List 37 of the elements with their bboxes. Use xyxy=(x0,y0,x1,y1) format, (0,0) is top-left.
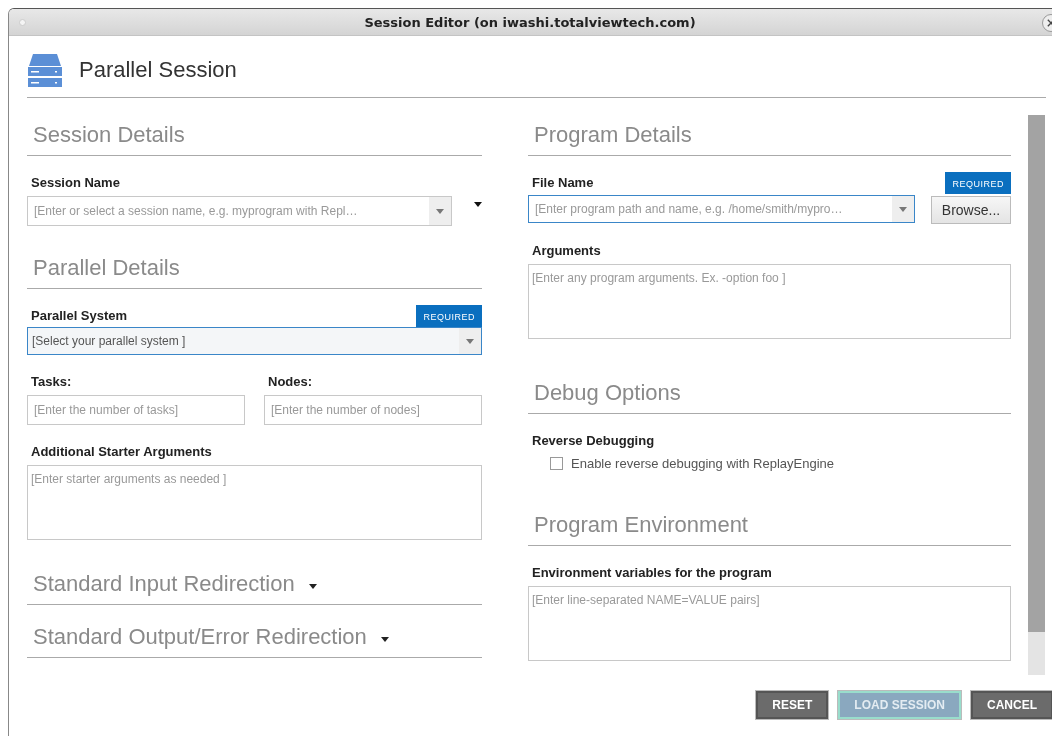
file-name-field[interactable]: [Enter program path and name, e.g. /home/smith/mypro… xyxy=(528,195,915,223)
text-area[interactable]: [Enter any program arguments. Ex. -option foo ] xyxy=(528,264,1011,339)
dialog-button[interactable]: CANCEL xyxy=(971,691,1052,719)
required-badge: REQUIRED xyxy=(416,305,482,327)
session-name-field[interactable]: [Enter or select a session name, e.g. myprogram with Repl… xyxy=(27,196,452,226)
page-title: Parallel Session xyxy=(79,56,237,83)
field-label: Arguments xyxy=(531,243,601,260)
field-label: Environment variables for the program xyxy=(531,565,772,582)
section-heading[interactable]: Standard Output/Error Redirection xyxy=(33,624,367,650)
text-area[interactable]: [Enter starter arguments as needed ] xyxy=(27,465,482,540)
field-label: Nodes: xyxy=(267,374,313,391)
checkbox-label[interactable]: Enable reverse debugging with ReplayEngine xyxy=(571,456,835,471)
field-label: Session Name xyxy=(30,175,120,192)
browse-button[interactable]: Browse... xyxy=(931,196,1011,224)
parallel-system-dropdown[interactable]: [Select your parallel system ] xyxy=(27,327,482,355)
field-label: Parallel System xyxy=(30,308,128,325)
dialog-button[interactable]: RESET xyxy=(756,691,829,719)
window-title: Session Editor (on iwashi.totalviewtech.com) xyxy=(363,14,697,30)
section-heading: Parallel Details xyxy=(33,255,180,281)
section-heading: Session Details xyxy=(33,122,185,148)
number-field[interactable]: [Enter the number of tasks] xyxy=(27,395,245,425)
section-heading: Program Details xyxy=(534,122,692,148)
caret-icon[interactable] xyxy=(308,583,317,589)
field-label: Reverse Debugging xyxy=(531,433,655,450)
section-heading: Program Environment xyxy=(534,512,748,538)
section-heading[interactable]: Standard Input Redirection xyxy=(33,571,295,597)
server-icon xyxy=(27,51,63,88)
number-field[interactable]: [Enter the number of nodes] xyxy=(264,395,482,425)
caret-icon[interactable] xyxy=(474,201,482,207)
text-area[interactable]: [Enter line-separated NAME=VALUE pairs] xyxy=(528,586,1011,661)
caret-icon[interactable] xyxy=(380,636,389,642)
required-badge: REQUIRED xyxy=(945,172,1011,194)
section-heading: Debug Options xyxy=(534,380,681,406)
field-label: Additional Starter Arguments xyxy=(30,444,212,461)
field-label: File Name xyxy=(531,175,594,192)
field-label: Tasks: xyxy=(30,374,72,391)
checkbox[interactable] xyxy=(550,457,563,470)
